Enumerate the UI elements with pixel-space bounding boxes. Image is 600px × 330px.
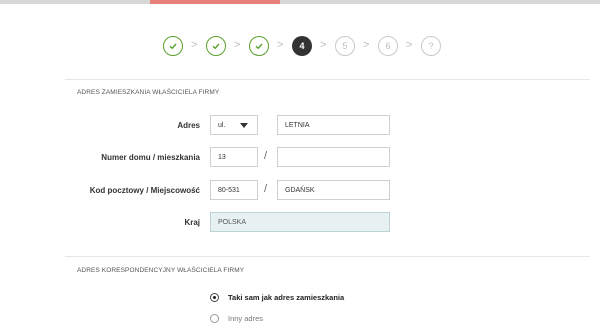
top-progress-strip [0, 0, 600, 4]
section-divider [65, 79, 590, 80]
check-icon [255, 43, 263, 50]
slash-separator: / [264, 150, 268, 162]
address-label: Adres [177, 121, 200, 130]
check-icon [169, 43, 177, 50]
residence-section-title: ADRES ZAMIESZKANIA WŁAŚCICIELA FIRMY [77, 89, 220, 96]
street-prefix-select[interactable]: ul. [210, 115, 258, 135]
step-separator: > [320, 39, 327, 51]
street-prefix-value: ul. [218, 121, 226, 129]
step-6: 6 [378, 36, 398, 56]
radio-unchecked-icon[interactable] [210, 314, 219, 323]
step-4-active: 4 [292, 36, 312, 56]
step-summary: ? [421, 36, 441, 56]
radio-other-address[interactable]: Inny adres [210, 314, 263, 323]
correspondence-section-title: ADRES KORESPONDENCYJNY WŁAŚCICIELA FIRMY [77, 267, 245, 274]
radio-other-address-label: Inny adres [228, 314, 264, 323]
house-number-label: Numer domu / mieszkania [101, 153, 200, 162]
step-2-done[interactable] [206, 36, 226, 56]
step-separator: > [234, 39, 241, 51]
wizard-stepper: > > > 4 > 5 > 6 > ? [0, 36, 600, 58]
country-field: POLSKA [210, 212, 390, 232]
step-3-done[interactable] [249, 36, 269, 56]
radio-same-address[interactable]: Taki sam jak adres zamieszkania [210, 293, 344, 302]
check-icon [212, 43, 220, 50]
radio-same-address-label: Taki sam jak adres zamieszkania [228, 293, 345, 302]
radio-checked-icon[interactable] [210, 293, 219, 302]
step-separator: > [277, 39, 284, 51]
postal-code-input[interactable]: 80-531 [210, 180, 258, 200]
step-5: 5 [335, 36, 355, 56]
step-separator: > [363, 39, 370, 51]
step-separator: > [191, 39, 198, 51]
slash-separator: / [264, 183, 268, 195]
section-divider [65, 256, 590, 257]
city-input[interactable]: GDAŃSK [277, 180, 390, 200]
apartment-number-input[interactable] [277, 147, 390, 167]
postal-city-label: Kod pocztowy / Miejscowość [89, 186, 200, 195]
country-label: Kraj [184, 218, 200, 227]
step-1-done[interactable] [163, 36, 183, 56]
top-progress-accent [150, 0, 280, 4]
house-number-input[interactable]: 13 [210, 147, 258, 167]
chevron-down-icon [240, 123, 248, 128]
street-input[interactable]: LETNIA [277, 115, 390, 135]
step-separator: > [406, 39, 413, 51]
